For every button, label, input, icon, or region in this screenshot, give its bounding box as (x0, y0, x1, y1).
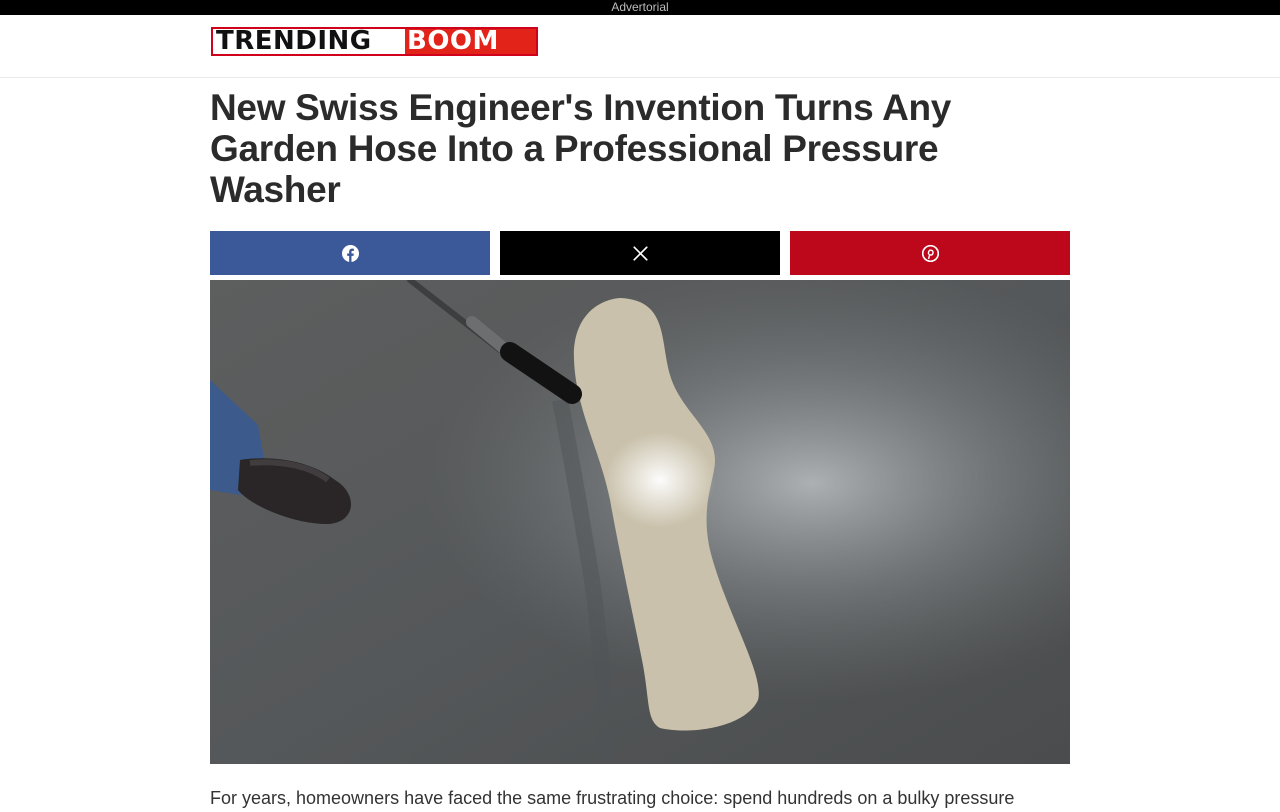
share-pinterest-button[interactable] (790, 231, 1070, 275)
logo-text-boom: BOOM (405, 28, 536, 54)
site-logo[interactable]: TRENDING BOOM (211, 27, 538, 56)
facebook-icon (341, 244, 359, 262)
share-facebook-button[interactable] (210, 231, 490, 275)
share-buttons (210, 231, 1070, 275)
site-header: TRENDING BOOM (0, 15, 1280, 78)
article-headline: New Swiss Engineer's Invention Turns Any… (210, 87, 952, 210)
share-x-button[interactable] (500, 231, 780, 275)
hero-illustration (210, 280, 1070, 764)
advertorial-bar: Advertorial (0, 0, 1280, 15)
x-icon (632, 245, 648, 261)
advertorial-label: Advertorial (611, 0, 669, 14)
article-intro-paragraph: For years, homeowners have faced the sam… (210, 788, 1015, 808)
pinterest-icon (921, 244, 939, 262)
hero-image (210, 280, 1070, 764)
logo-text-trending: TRENDING (213, 28, 405, 54)
